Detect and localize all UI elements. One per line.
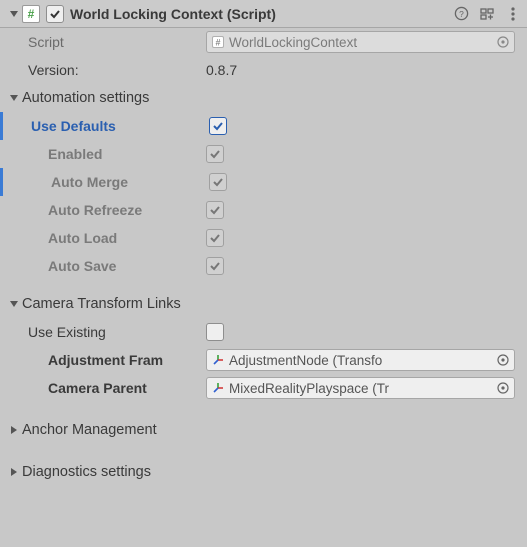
script-value: WorldLockingContext: [229, 35, 494, 50]
adjustment-frame-field[interactable]: AdjustmentNode (Transfo: [206, 349, 515, 371]
auto-refreeze-label: Auto Refreeze: [48, 202, 142, 218]
camera-parent-label: Camera Parent: [48, 380, 147, 396]
automation-heading: Automation settings: [22, 90, 149, 106]
auto-merge-label: Auto Merge: [51, 174, 128, 190]
component-header: # World Locking Context (Script) ?: [0, 0, 527, 28]
svg-text:?: ?: [459, 9, 464, 19]
auto-merge-checkbox: [209, 173, 227, 191]
object-picker-icon[interactable]: [494, 33, 512, 51]
transform-icon: [211, 381, 225, 395]
kebab-menu-icon[interactable]: [505, 6, 521, 22]
csharp-script-icon: #: [22, 5, 40, 23]
use-existing-checkbox[interactable]: [206, 323, 224, 341]
script-label: Script: [28, 34, 64, 50]
chevron-down-icon: [8, 92, 20, 104]
automation-settings-header[interactable]: Automation settings: [0, 84, 527, 112]
diagnostics-settings-header[interactable]: Diagnostics settings: [0, 458, 527, 486]
component-enabled-checkbox[interactable]: [46, 5, 64, 23]
diag-heading: Diagnostics settings: [22, 464, 151, 480]
auto-save-row: Auto Save: [0, 252, 527, 280]
enabled-label: Enabled: [48, 146, 102, 162]
csharp-mini-icon: #: [211, 35, 225, 49]
anchor-heading: Anchor Management: [22, 422, 157, 438]
version-value: 0.8.7: [206, 62, 237, 78]
script-field: # WorldLockingContext: [206, 31, 515, 53]
chevron-down-icon: [8, 298, 20, 310]
version-label: Version:: [28, 62, 79, 78]
camera-links-heading: Camera Transform Links: [22, 296, 181, 312]
script-row: Script # WorldLockingContext: [0, 28, 527, 56]
adjustment-frame-value: AdjustmentNode (Transfo: [229, 353, 494, 368]
version-row: Version: 0.8.7: [0, 56, 527, 84]
object-picker-icon[interactable]: [494, 351, 512, 369]
use-defaults-row: Use Defaults: [0, 112, 527, 140]
inspector-component: # World Locking Context (Script) ? Scrip…: [0, 0, 527, 547]
auto-load-checkbox: [206, 229, 224, 247]
camera-parent-row: Camera Parent MixedRealityPlayspace (Tr: [0, 374, 527, 402]
anchor-management-header[interactable]: Anchor Management: [0, 416, 527, 444]
camera-parent-field[interactable]: MixedRealityPlayspace (Tr: [206, 377, 515, 399]
object-picker-icon[interactable]: [494, 379, 512, 397]
chevron-right-icon: [8, 424, 20, 436]
adjustment-frame-row: Adjustment Fram AdjustmentNode (Transfo: [0, 346, 527, 374]
preset-icon[interactable]: [479, 6, 495, 22]
auto-refreeze-checkbox: [206, 201, 224, 219]
enabled-row: Enabled: [0, 140, 527, 168]
auto-load-row: Auto Load: [0, 224, 527, 252]
auto-save-checkbox: [206, 257, 224, 275]
foldout-toggle[interactable]: [8, 8, 20, 20]
enabled-checkbox: [206, 145, 224, 163]
component-title: World Locking Context (Script): [70, 6, 453, 22]
use-defaults-label: Use Defaults: [31, 118, 116, 134]
camera-links-header[interactable]: Camera Transform Links: [0, 290, 527, 318]
camera-parent-value: MixedRealityPlayspace (Tr: [229, 381, 494, 396]
auto-refreeze-row: Auto Refreeze: [0, 196, 527, 224]
help-icon[interactable]: ?: [453, 6, 469, 22]
use-existing-row: Use Existing: [0, 318, 527, 346]
adjustment-frame-label: Adjustment Fram: [48, 352, 163, 368]
chevron-right-icon: [8, 466, 20, 478]
use-defaults-checkbox[interactable]: [209, 117, 227, 135]
auto-load-label: Auto Load: [48, 230, 117, 246]
transform-icon: [211, 353, 225, 367]
auto-save-label: Auto Save: [48, 258, 116, 274]
svg-text:#: #: [215, 38, 220, 48]
auto-merge-row: Auto Merge: [0, 168, 527, 196]
use-existing-label: Use Existing: [28, 324, 106, 340]
